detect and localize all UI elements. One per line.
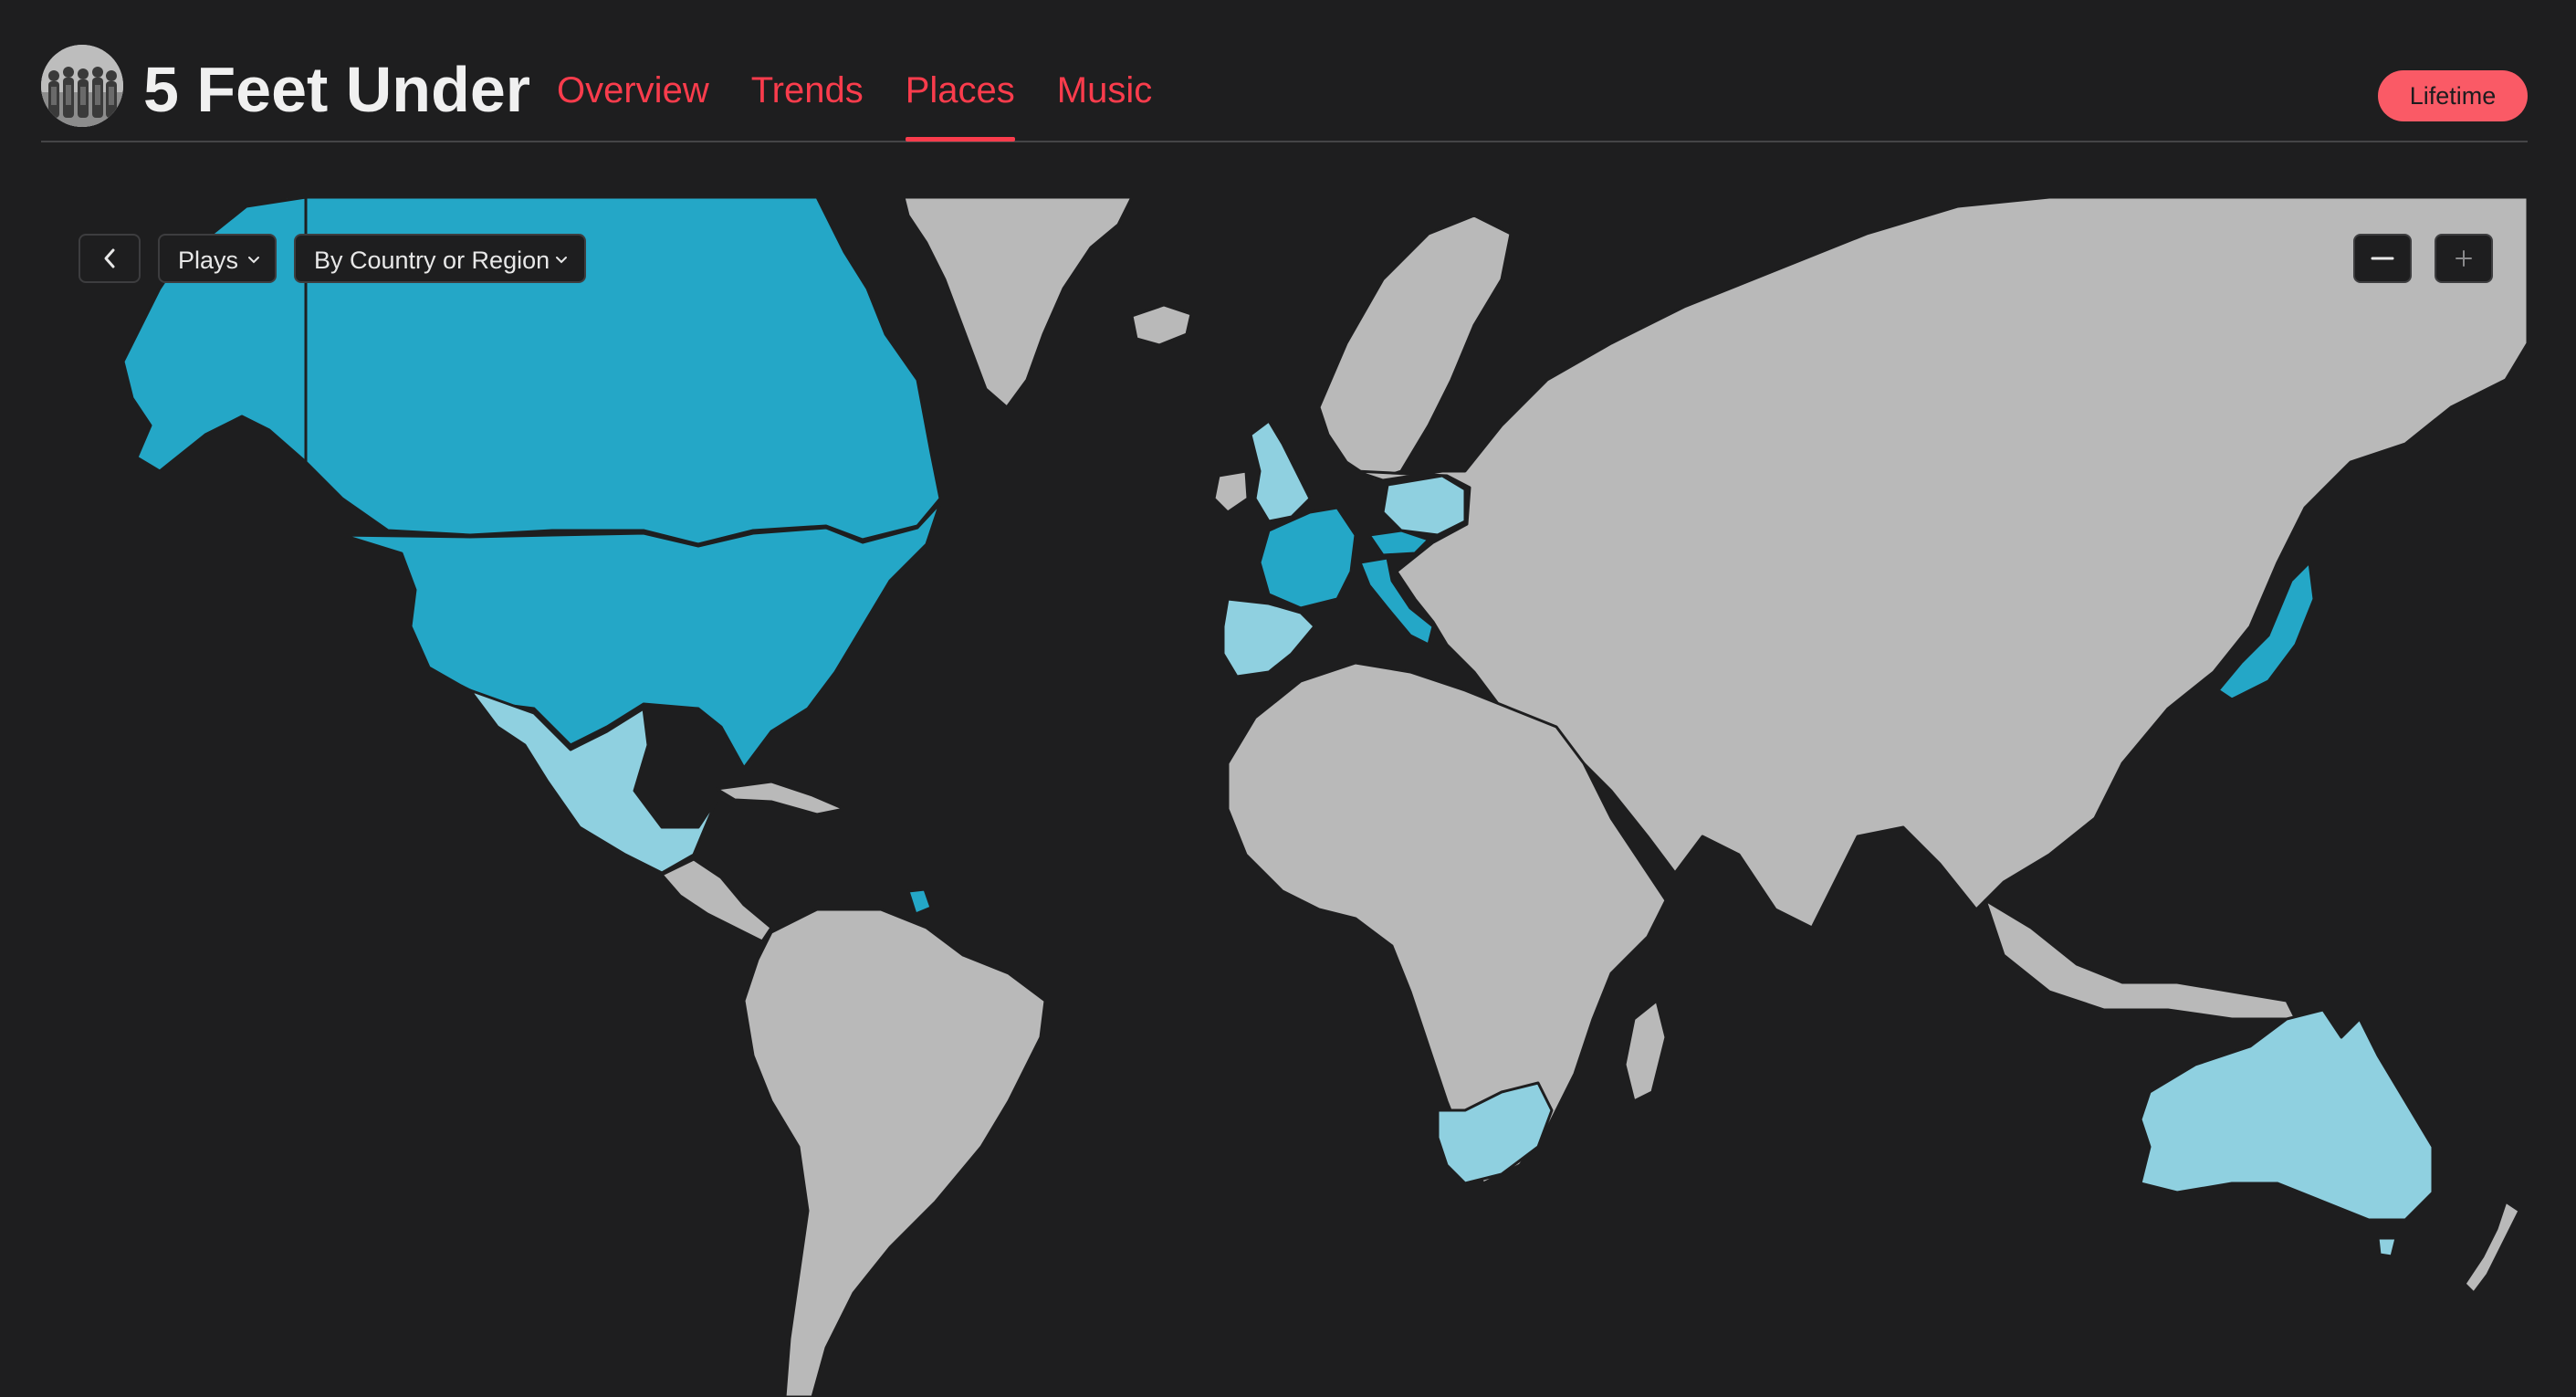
zoom-out-button[interactable] (2353, 234, 2412, 283)
map-region-madagascar[interactable] (1623, 999, 1668, 1103)
chevron-left-icon (104, 248, 115, 268)
tab-trends[interactable]: Trends (751, 68, 864, 141)
nav-tabs: Overview Trends Places Music (557, 68, 1194, 142)
world-map[interactable] (41, 197, 2528, 1397)
plus-icon (2456, 250, 2472, 267)
chevron-down-icon (556, 257, 567, 264)
grouping-dropdown-label: By Country or Region (314, 247, 550, 274)
map-region-iceland[interactable] (1130, 303, 1193, 347)
map-region-poland[interactable] (1381, 474, 1467, 537)
map-region-tasmania[interactable] (2376, 1236, 2398, 1258)
map-region-south-america[interactable] (742, 908, 1047, 1397)
world-map-canvas (121, 197, 2528, 1397)
map-region-france[interactable] (1258, 506, 1357, 610)
tab-music[interactable]: Music (1057, 68, 1152, 141)
metric-dropdown-label: Plays (178, 247, 239, 274)
map-region-caribbean[interactable] (715, 780, 846, 816)
map-region-central-america[interactable] (660, 857, 773, 943)
map-region-spain[interactable] (1221, 597, 1316, 678)
back-button[interactable] (79, 234, 141, 283)
artist-avatar (41, 45, 123, 127)
page-header: 5 Feet Under Overview Trends Places Musi… (41, 37, 2528, 142)
zoom-in-button[interactable] (2435, 234, 2493, 283)
period-filter-button[interactable]: Lifetime (2378, 70, 2528, 121)
artist-title: 5 Feet Under (143, 54, 530, 125)
minus-icon (2371, 257, 2394, 260)
map-region-french-guiana[interactable] (906, 888, 933, 916)
tab-places[interactable]: Places (905, 68, 1015, 142)
app-window: 5 Feet Under Overview Trends Places Musi… (0, 0, 2576, 1397)
map-region-southeast-asia-islands[interactable] (1984, 898, 2298, 1021)
map-region-new-zealand[interactable] (2463, 1200, 2521, 1295)
band-photo-icon (41, 45, 123, 127)
map-region-greenland[interactable] (902, 197, 1134, 409)
metric-dropdown[interactable]: Plays (158, 234, 277, 283)
chevron-down-icon (248, 257, 259, 264)
grouping-dropdown[interactable]: By Country or Region (294, 234, 586, 283)
map-region-australia[interactable] (2139, 1008, 2435, 1222)
tab-overview[interactable]: Overview (557, 68, 709, 141)
map-region-united-kingdom[interactable] (1249, 419, 1312, 523)
map-region-ireland[interactable] (1212, 469, 1250, 514)
map-region-scandinavia[interactable] (1317, 214, 1513, 482)
